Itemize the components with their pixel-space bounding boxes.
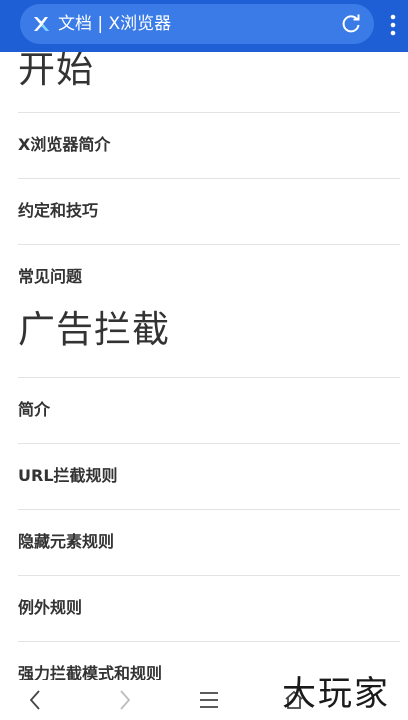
address-bar[interactable]: 文档 | X浏览器 [20,4,374,44]
doc-link-url-rules[interactable]: URL拦截规则 [18,443,400,509]
doc-link-label: 强力拦截模式和规则 [18,664,163,680]
watermark-text: 大玩家 [282,674,390,714]
docs-page: 开始 X浏览器简介 约定和技巧 常见问题 广告拦截 简介 URL拦截规则 隐藏元… [0,52,408,680]
section-title-start: 开始 [18,52,94,91]
browser-toolbar: 文档 | X浏览器 [0,0,408,52]
doc-link-intro[interactable]: X浏览器简介 [18,112,400,178]
doc-link-label: URL拦截规则 [18,466,118,485]
more-options-icon[interactable] [384,12,402,38]
doc-link-faq[interactable]: 常见问题 [18,244,400,310]
page-title: 文档 | X浏览器 [58,14,172,34]
doc-link-hide-element-rules[interactable]: 隐藏元素规则 [18,509,400,575]
forward-icon[interactable] [112,688,136,712]
menu-icon[interactable] [197,688,221,712]
doc-link-label: 约定和技巧 [18,201,99,220]
x-browser-logo-icon [34,17,49,31]
doc-link-label: X浏览器简介 [18,135,111,154]
doc-link-adblock-intro[interactable]: 简介 [18,377,400,443]
doc-link-label: 例外规则 [18,598,83,617]
doc-link-label: 常见问题 [18,267,83,286]
doc-link-exception-rules[interactable]: 例外规则 [18,575,400,641]
doc-link-label: 隐藏元素规则 [18,532,115,551]
doc-link-label: 简介 [18,400,51,419]
doc-link-tips[interactable]: 约定和技巧 [18,178,400,244]
section-title-adblock: 广告拦截 [18,308,170,351]
back-icon[interactable] [24,688,48,712]
reload-icon[interactable] [340,13,362,35]
